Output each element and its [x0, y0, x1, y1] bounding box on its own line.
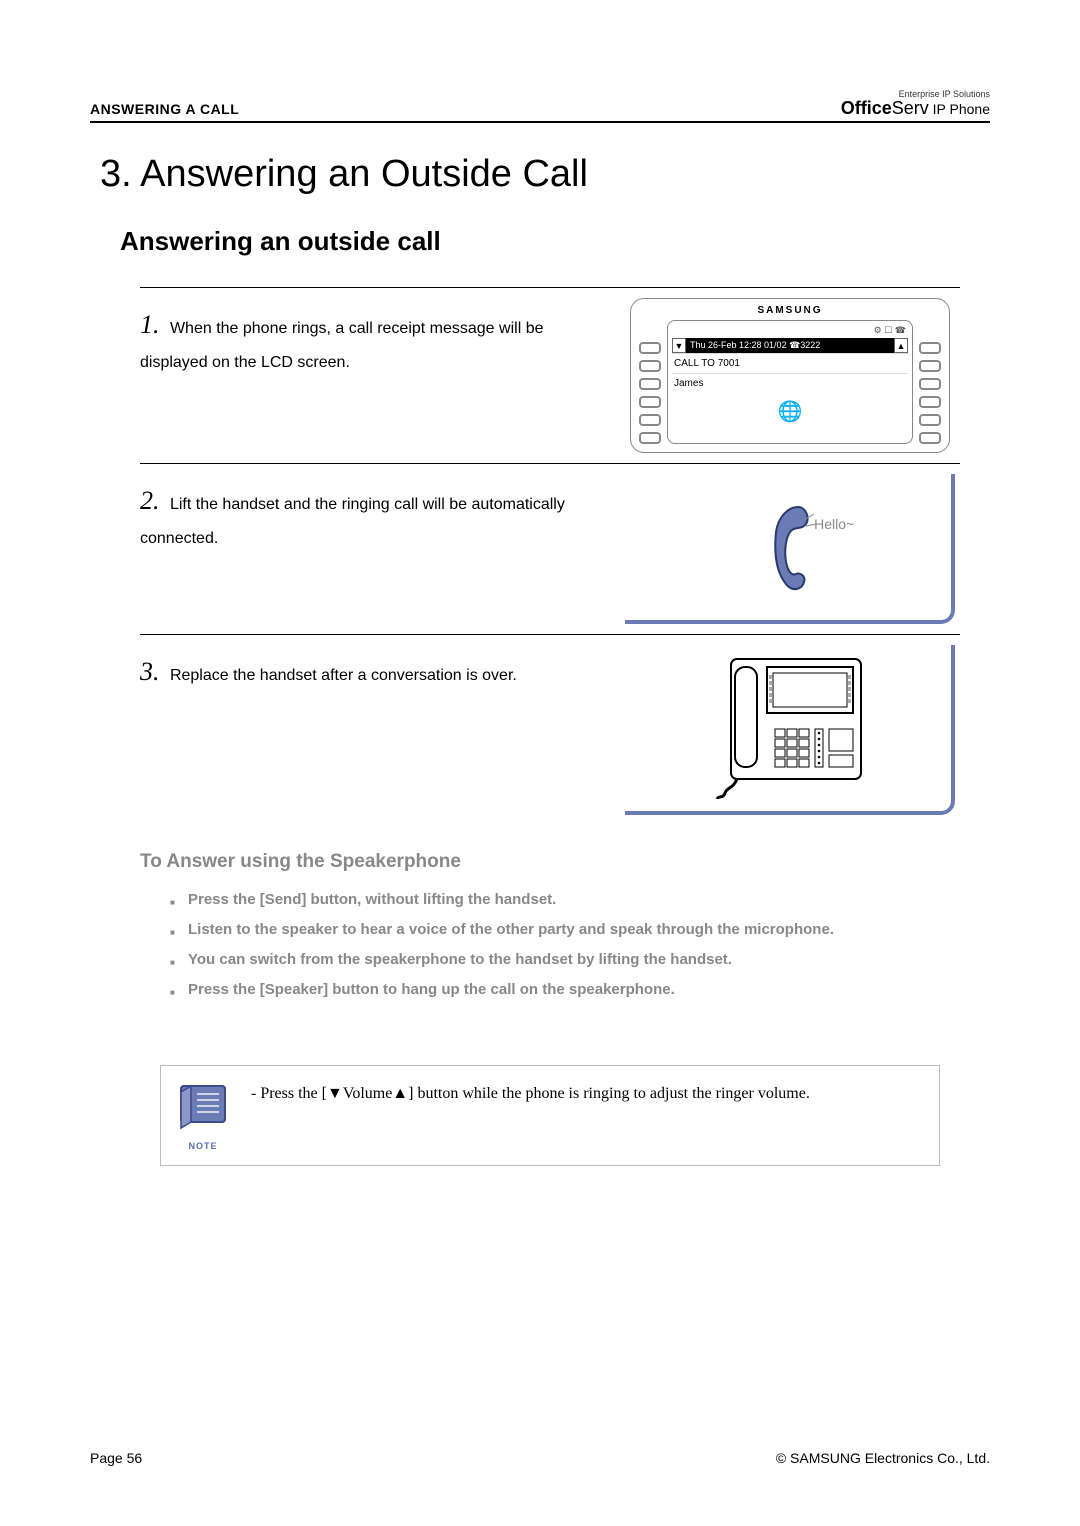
softkey-icon [639, 414, 661, 426]
bullet-list: Press the [Send] button, without lifting… [170, 885, 950, 1005]
handset-icon [758, 502, 818, 592]
lcd-line: James [672, 373, 908, 393]
softkey-icon [919, 396, 941, 408]
softkey-icon [639, 378, 661, 390]
lcd-line: CALL TO 7001 [672, 353, 908, 373]
list-item: Listen to the speaker to hear a voice of… [170, 915, 950, 945]
note-box: NOTE - Press the [▼Volume▲] button while… [160, 1065, 940, 1166]
page-footer: Page 56 © SAMSUNG Electronics Co., Ltd. [90, 1450, 990, 1466]
softkey-icon [639, 396, 661, 408]
section-label: ANSWERING A CALL [90, 101, 239, 117]
step-number: 1. [140, 310, 160, 339]
step-illustration: SAMSUNG ⚙ ☐ ☎ ▼ [620, 298, 960, 453]
steps-table: 1. When the phone rings, a call receipt … [140, 287, 960, 825]
phone-brand-label: SAMSUNG [639, 305, 941, 316]
note-icon: NOTE [175, 1080, 231, 1151]
step-text: 1. When the phone rings, a call receipt … [140, 298, 620, 378]
step-body: Lift the handset and the ringing call wi… [140, 496, 565, 547]
brand-block: Enterprise IP Solutions OfficeServ IP Ph… [841, 90, 990, 117]
phone-lcd-mock: SAMSUNG ⚙ ☐ ☎ ▼ [630, 298, 950, 453]
right-softkeys [919, 320, 941, 444]
step-number: 2. [140, 486, 160, 515]
step-row: 2. Lift the handset and the ringing call… [140, 464, 960, 635]
step-text: 2. Lift the handset and the ringing call… [140, 474, 620, 554]
step-row: 3. Replace the handset after a conversat… [140, 635, 960, 825]
down-arrow-icon: ▼ [672, 338, 686, 353]
list-item: Press the [Send] button, without lifting… [170, 885, 950, 915]
step-row: 1. When the phone rings, a call receipt … [140, 288, 960, 464]
softkey-icon [639, 342, 661, 354]
step-body: When the phone rings, a call receipt mes… [140, 320, 543, 371]
list-item: Press the [Speaker] button to hang up th… [170, 975, 950, 1005]
speakerphone-heading: To Answer using the Speakerphone [140, 851, 990, 873]
softkey-icon [639, 432, 661, 444]
softkey-icon [919, 360, 941, 372]
section-subtitle: Answering an outside call [120, 226, 990, 257]
lcd-title-bar: Thu 26-Feb 12:28 01/02 ☎3222 [686, 338, 894, 353]
step-text: 3. Replace the handset after a conversat… [140, 645, 620, 696]
brand-name: OfficeServ IP Phone [841, 99, 990, 117]
page-title: 3. Answering an Outside Call [100, 153, 990, 196]
list-item: You can switch from the speakerphone to … [170, 945, 950, 975]
softkey-icon [919, 432, 941, 444]
softkey-icon [919, 378, 941, 390]
lcd-status-icons: ⚙ ☐ ☎ [672, 325, 908, 336]
speech-label: Hello~ [814, 516, 854, 532]
step-illustration [620, 645, 960, 815]
page-header: ANSWERING A CALL Enterprise IP Solutions… [90, 90, 990, 123]
globe-icon: 🌐 [672, 393, 908, 426]
note-label: NOTE [175, 1141, 231, 1151]
softkey-icon [919, 414, 941, 426]
note-text: - Press the [▼Volume▲] button while the … [251, 1080, 810, 1106]
copyright: © SAMSUNG Electronics Co., Ltd. [776, 1450, 990, 1466]
left-softkeys [639, 320, 661, 444]
step-body: Replace the handset after a conversation… [170, 667, 517, 684]
step-number: 3. [140, 657, 160, 686]
up-arrow-icon: ▲ [894, 338, 908, 353]
step-illustration: Hello~ [620, 474, 960, 624]
page-number: Page 56 [90, 1450, 142, 1466]
softkey-icon [639, 360, 661, 372]
softkey-icon [919, 342, 941, 354]
deskphone-icon [703, 649, 873, 799]
lcd-screen: ⚙ ☐ ☎ ▼ Thu 26-Feb 12:28 01/02 ☎3222 ▲ C… [667, 320, 913, 444]
